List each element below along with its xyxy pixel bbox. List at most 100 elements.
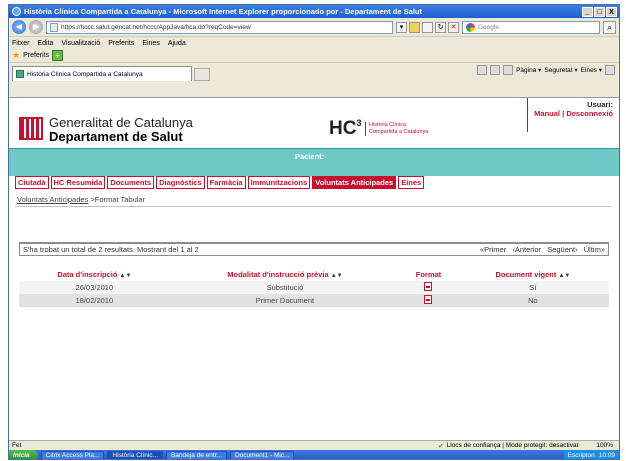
close-button[interactable]: X (606, 6, 617, 17)
generalitat-logo-icon (19, 117, 43, 140)
compat-icon[interactable] (422, 21, 433, 33)
stop-icon[interactable]: ✕ (448, 21, 459, 33)
help-icon[interactable] (605, 65, 615, 75)
home-icon[interactable] (477, 65, 488, 75)
search-input[interactable]: Google (462, 20, 600, 34)
search-icon[interactable]: ⌕ (603, 20, 616, 34)
maximize-button[interactable]: □ (594, 6, 605, 17)
nav-eines[interactable]: Eines (398, 176, 425, 189)
page-menu[interactable]: Pàgina ▾ (516, 66, 541, 74)
desktop-toolbar[interactable]: Escriptori (568, 452, 595, 459)
col-date[interactable]: Data d'inscripció ▲▼ (19, 268, 170, 281)
dropdown-icon[interactable]: ▾ (396, 21, 407, 33)
nav-voluntats-anticipades[interactable]: Voluntats Anticipades (312, 176, 397, 189)
results-table: Data d'inscripció ▲▼ Modalitat d'instruc… (19, 268, 609, 307)
tools-menu[interactable]: Eines ▾ (581, 66, 602, 74)
menu-ajuda[interactable]: Ajuda (168, 40, 186, 47)
table-row: 26/03/2010 Substitució Sí (19, 281, 609, 294)
start-button[interactable]: Inicia (9, 450, 38, 459)
menu-fitxer[interactable]: Fitxer (12, 40, 30, 47)
col-modality[interactable]: Modalitat d'instrucció prèvia ▲▼ (170, 268, 400, 281)
pager-first[interactable]: «Primer (480, 245, 506, 254)
menu-edita[interactable]: Edita (38, 40, 54, 47)
menu-bar: Fitxer Edita Visualització Preferits Ein… (9, 37, 619, 49)
menu-preferits[interactable]: Preferits (108, 40, 134, 47)
favorites-button[interactable]: Preferits (23, 52, 49, 59)
clock: 10:09 (598, 452, 615, 459)
zoom-level[interactable]: 100% (596, 442, 613, 449)
nav-diagnostics[interactable]: Diagnòstics (156, 176, 205, 189)
minimize-button[interactable]: _ (582, 6, 593, 17)
favicon-icon (16, 70, 24, 78)
add-favorite-icon[interactable]: + (52, 50, 64, 61)
nav-ciutada[interactable]: Ciutadà (15, 176, 49, 189)
zone-text: Llocs de confiança | Mode protegit: desa… (446, 442, 579, 449)
cell-modality: Substitució (169, 281, 401, 294)
new-tab-button[interactable] (194, 68, 210, 81)
forward-button[interactable]: ▶ (29, 20, 43, 34)
col-format: Format (415, 270, 442, 279)
sort-icon: ▲▼ (119, 273, 132, 279)
status-text: Fet (12, 442, 22, 449)
taskbar-button-citrix[interactable]: Citrix Access Pla... (40, 451, 105, 459)
address-bar[interactable]: https://hccc.salut.gencat.net/hccc/AppJa… (46, 20, 393, 34)
taskbar-button-document[interactable]: Document1 - Mic... (229, 451, 295, 459)
cell-format (400, 294, 457, 307)
page-content: Generalitat de Catalunya Departament de … (9, 97, 619, 441)
user-box: Usuari: Manual | Desconnexió (527, 98, 613, 132)
taskbar-button-inbox[interactable]: Bandeja de entr... (165, 451, 227, 459)
nav-hc-resumida[interactable]: HC Resumida (50, 176, 106, 189)
star-icon[interactable]: ★ (12, 50, 20, 61)
results-bar: S'ha trobat un total de 2 resultats. Mos… (19, 242, 609, 256)
cell-valid: No (456, 294, 609, 307)
main-nav: Ciutadà HC Resumida Documents Diagnòstic… (15, 176, 425, 189)
sort-icon: ▲▼ (330, 273, 343, 279)
link-separator: | (562, 109, 565, 118)
pager-next[interactable]: Següent› (547, 245, 577, 254)
patient-bar: Pacient: (9, 148, 619, 176)
results-summary: S'ha trobat un total de 2 resultats. Mos… (23, 245, 199, 254)
title-bar: Història Clínica Compartida a Catalunya … (9, 5, 619, 18)
cell-format (400, 281, 457, 294)
search-placeholder: Google (478, 23, 499, 31)
menu-visualitzacio[interactable]: Visualització (61, 40, 100, 47)
nav-documents[interactable]: Documents (107, 176, 155, 189)
hc3-logo: HC3 (329, 118, 362, 139)
menu-eines[interactable]: Eines (142, 40, 160, 47)
taskbar: Inicia Citrix Access Pla... Història Clí… (9, 450, 619, 459)
lock-icon[interactable] (409, 21, 420, 33)
taskbar-button-hccc[interactable]: Història Clínic... (107, 451, 163, 459)
ie-icon (12, 7, 21, 16)
manual-link[interactable]: Manual (534, 109, 560, 118)
security-menu[interactable]: Seguretat ▾ (544, 66, 577, 74)
google-icon (466, 22, 475, 32)
nav-farmacia[interactable]: Farmàcia (206, 176, 246, 189)
page-header: Generalitat de Catalunya Departament de … (9, 98, 619, 148)
status-bar: Fet ✔ Llocs de confiança | Mode protegit… (9, 440, 619, 450)
breadcrumb-link[interactable]: Voluntats Anticipades (17, 195, 88, 204)
pdf-icon[interactable] (424, 282, 433, 291)
window-title: Història Clínica Compartida a Catalunya … (24, 7, 422, 16)
patient-label: Pacient: (295, 152, 325, 161)
refresh-icon[interactable]: ↻ (435, 21, 446, 33)
pdf-icon[interactable] (424, 295, 433, 304)
org-name: Generalitat de Catalunya (49, 115, 193, 130)
browser-tab[interactable]: Història Clínica Compartida a Catalunya (12, 66, 192, 81)
breadcrumb: Voluntats Anticipades >Format Tabular (17, 195, 145, 204)
print-icon[interactable] (503, 65, 514, 75)
hc3-subtitle: Història Clínica Compartida a Catalunya (365, 122, 428, 136)
feeds-icon[interactable] (490, 65, 501, 75)
security-zone[interactable]: ✔ Llocs de confiança | Mode protegit: de… (438, 442, 578, 450)
system-tray: Escriptori 10:09 (563, 450, 619, 459)
divider (15, 206, 611, 207)
tab-row: Història Clínica Compartida a Catalunya … (9, 63, 619, 81)
col-valid[interactable]: Document vigent ▲▼ (457, 268, 609, 281)
pager-prev[interactable]: ‹Anterior (512, 245, 541, 254)
page-icon (50, 22, 58, 32)
back-button[interactable]: ◀ (12, 20, 26, 34)
pager-last[interactable]: Últim» (584, 245, 605, 254)
sort-icon: ▲▼ (558, 273, 571, 279)
cell-date: 26/03/2010 (19, 281, 170, 294)
logout-link[interactable]: Desconnexió (566, 109, 613, 118)
nav-immunitzacions[interactable]: Immunitzacions (247, 176, 311, 189)
